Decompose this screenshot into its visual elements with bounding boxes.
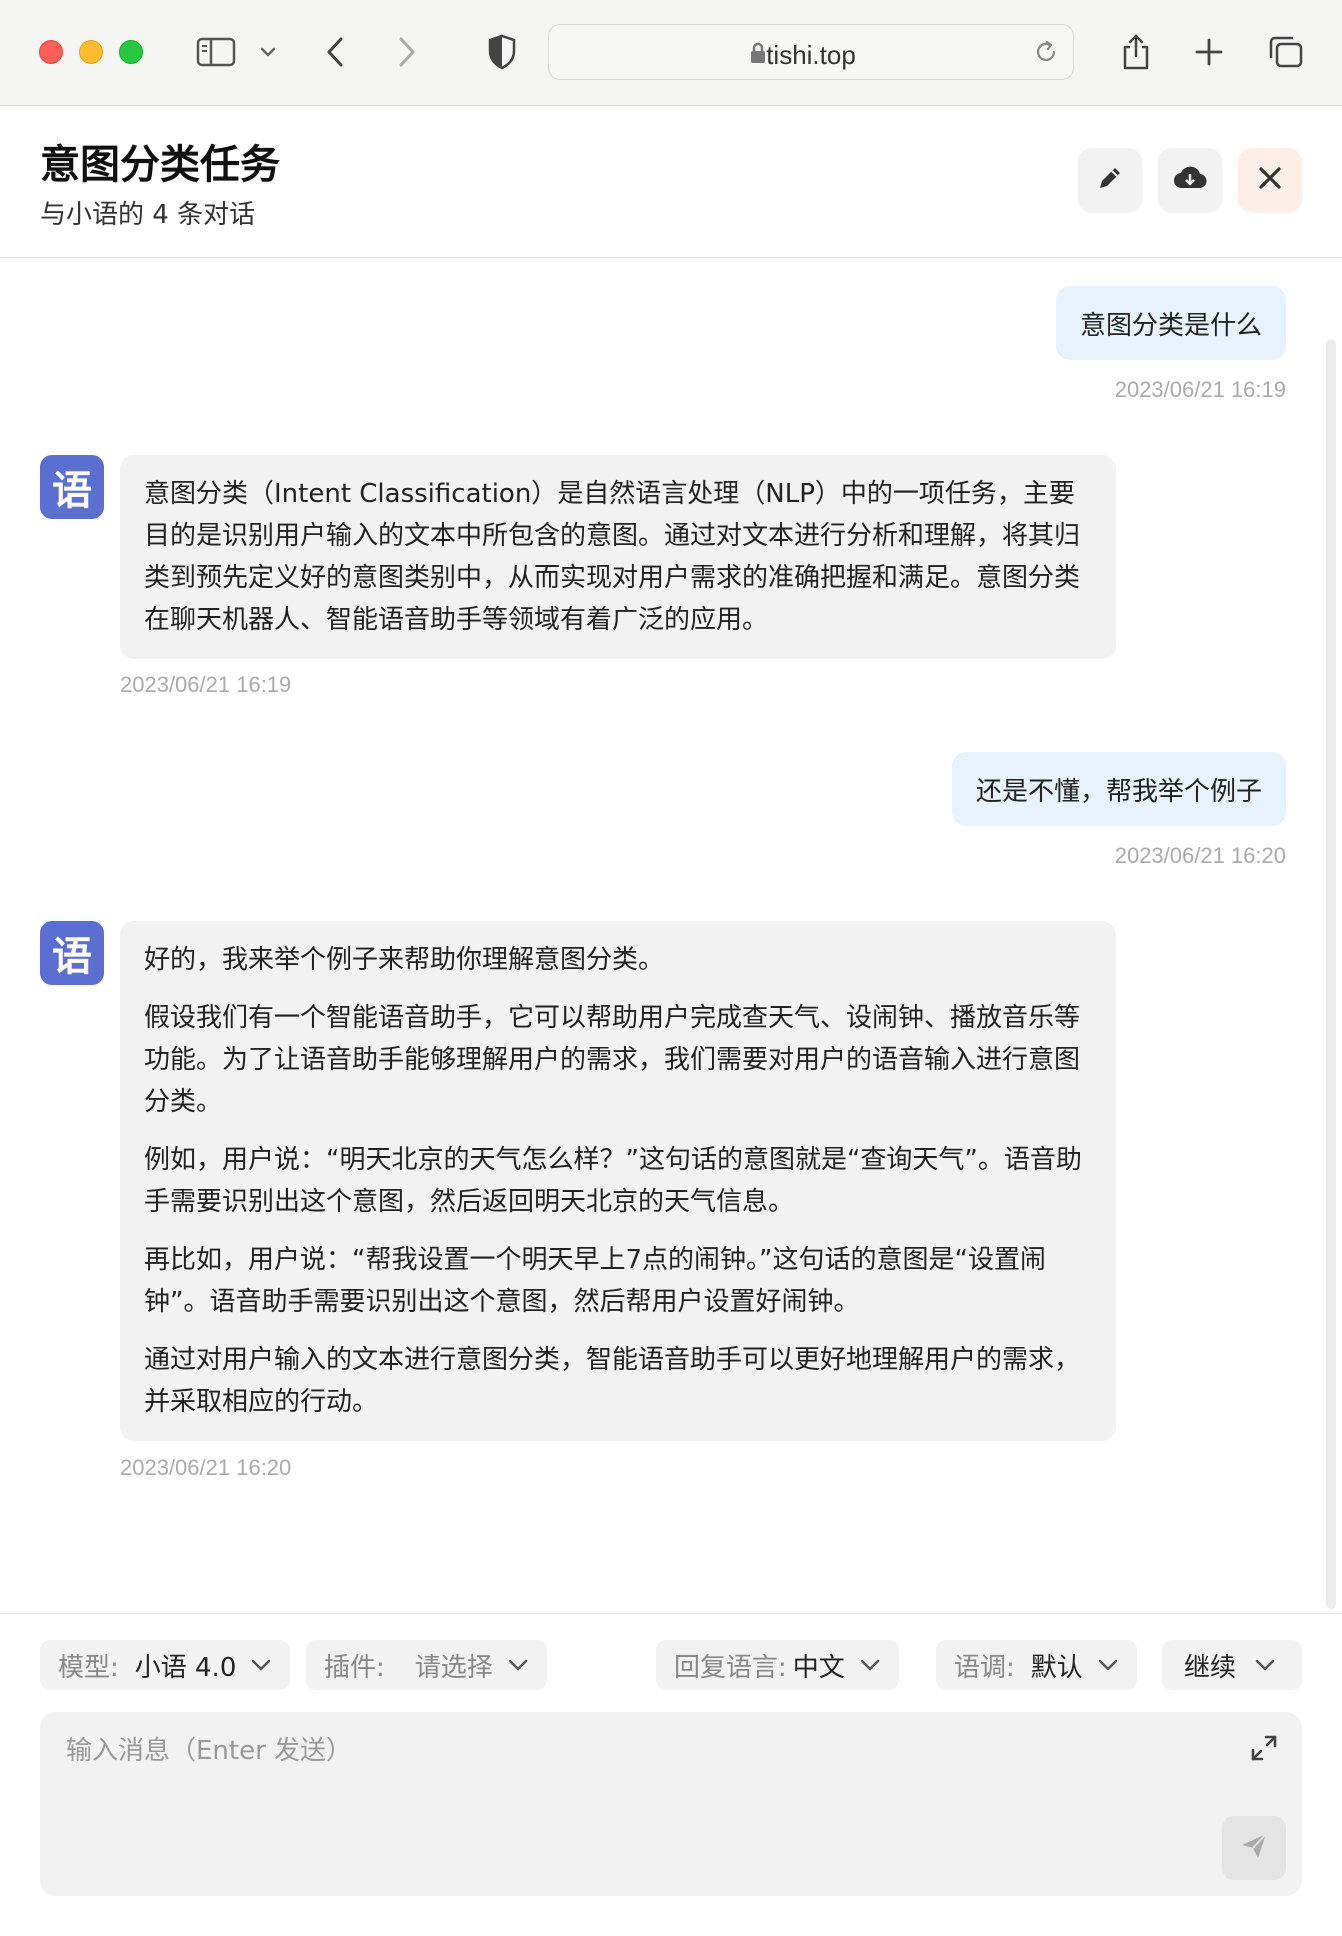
forward-icon[interactable]: [390, 28, 424, 76]
tone-select[interactable]: 语调: 默认: [936, 1640, 1137, 1690]
model-value: 小语 4.0: [134, 1652, 237, 1683]
message-paragraph: 例如，用户说：“明天北京的天气怎么样？”这句话的意图就是“查询天气”。语音助手需…: [144, 1145, 1082, 1217]
browser-toolbar: tishi.top: [0, 0, 1342, 106]
close-button[interactable]: [1238, 148, 1302, 212]
message-paragraph: 再比如，用户说：“帮我设置一个明天早上7点的闹钟。”这句话的意图是“设置闹钟”。…: [144, 1245, 1046, 1317]
assistant-message: 好的，我来举个例子来帮助你理解意图分类。 假设我们有一个智能语音助手，它可以帮助…: [120, 921, 1116, 1441]
reply-language-value: 中文: [792, 1652, 845, 1683]
chat-messages[interactable]: 意图分类是什么 2023/06/21 16:19 语 意图分类（Intent C…: [0, 259, 1342, 1613]
plugin-value: 请选择: [414, 1652, 493, 1683]
tone-label: 语调:: [954, 1652, 1015, 1683]
message-paragraph: 通过对用户输入的文本进行意图分类，智能语音助手可以更好地理解用户的需求，并采取相…: [144, 1345, 1081, 1417]
user-message: 意图分类是什么: [1055, 286, 1286, 360]
back-icon[interactable]: [318, 28, 352, 76]
scrollbar[interactable]: [1326, 339, 1336, 1609]
sidebar-icon[interactable]: [194, 28, 238, 76]
plugin-label: 插件:: [324, 1652, 385, 1683]
reply-language-label: 回复语言:: [674, 1652, 787, 1683]
cloud-download-icon: [1173, 164, 1207, 196]
continue-label: 继续: [1184, 1652, 1237, 1683]
message-timestamp: 2023/06/21 16:19: [1114, 377, 1286, 402]
reload-icon[interactable]: [1033, 39, 1059, 69]
reply-language-select[interactable]: 回复语言: 中文: [656, 1640, 899, 1690]
conversation-header: 意图分类任务 与小语的 4 条对话: [0, 106, 1342, 258]
composer-area: 模型: 小语 4.0 插件: 请选择 回复语言: 中文 语调: 默认 继续: [0, 1613, 1342, 1936]
user-message: 还是不懂，帮我举个例子: [951, 752, 1286, 826]
window-minimize-button[interactable]: [79, 40, 103, 64]
chevron-down-icon: [859, 1658, 881, 1672]
model-select[interactable]: 模型: 小语 4.0: [40, 1640, 291, 1690]
expand-icon[interactable]: [1248, 1732, 1280, 1768]
window-zoom-button[interactable]: [119, 40, 143, 64]
window-close-button[interactable]: [39, 40, 63, 64]
assistant-message: 意图分类（Intent Classification）是自然语言处理（NLP）中…: [120, 455, 1116, 659]
edit-icon: [1095, 163, 1125, 197]
tone-value: 默认: [1030, 1652, 1083, 1683]
download-button[interactable]: [1158, 148, 1222, 212]
message-timestamp: 2023/06/21 16:20: [1114, 843, 1286, 868]
close-icon: [1257, 165, 1283, 195]
chevron-down-icon[interactable]: [256, 28, 280, 76]
message-paragraph: 意图分类（Intent Classification）是自然语言处理（NLP）中…: [144, 479, 1081, 635]
page-title: 意图分类任务: [40, 142, 280, 188]
message-paragraph: 好的，我来举个例子来帮助你理解意图分类。: [144, 945, 665, 975]
conversation-subtitle: 与小语的 4 条对话: [40, 200, 256, 230]
plugin-select[interactable]: 插件: 请选择: [306, 1640, 547, 1690]
send-icon: [1238, 1830, 1270, 1866]
send-button[interactable]: [1222, 1816, 1286, 1880]
chevron-down-icon: [250, 1658, 272, 1672]
plus-icon[interactable]: [1192, 28, 1226, 76]
message-paragraph: 假设我们有一个智能语音助手，它可以帮助用户完成查天气、设闹钟、播放音乐等功能。为…: [144, 1003, 1081, 1117]
message-timestamp: 2023/06/21 16:19: [120, 672, 292, 697]
message-timestamp: 2023/06/21 16:20: [120, 1455, 292, 1480]
continue-select[interactable]: 继续: [1162, 1640, 1302, 1690]
message-input[interactable]: [40, 1712, 1302, 1896]
assistant-avatar: 语: [40, 455, 104, 519]
chevron-down-icon: [507, 1658, 529, 1672]
assistant-avatar: 语: [40, 921, 104, 985]
edit-button[interactable]: [1078, 148, 1142, 212]
share-icon[interactable]: [1118, 28, 1154, 76]
shield-icon[interactable]: [484, 28, 520, 76]
address-bar[interactable]: tishi.top: [548, 24, 1074, 80]
message-input-box: [40, 1712, 1302, 1896]
chevron-down-icon: [1254, 1658, 1276, 1672]
model-label: 模型:: [58, 1652, 119, 1683]
url-text: tishi.top: [766, 40, 856, 70]
chevron-down-icon: [1097, 1658, 1119, 1672]
tabs-icon[interactable]: [1266, 28, 1306, 76]
